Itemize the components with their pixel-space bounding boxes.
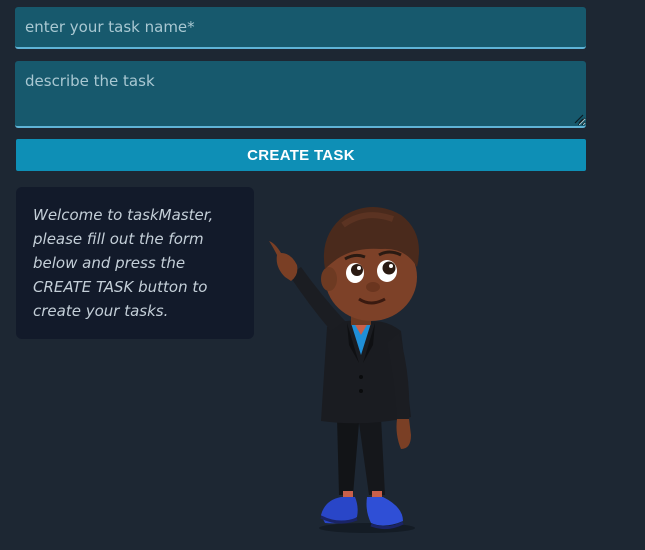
task-description-textarea[interactable] [15, 61, 586, 128]
welcome-card: Welcome to taskMaster, please fill out t… [16, 187, 254, 339]
welcome-message: Welcome to taskMaster, please fill out t… [33, 206, 214, 320]
create-task-button[interactable]: CREATE TASK [16, 139, 586, 171]
task-creation-page: CREATE TASK Welcome to taskMaster, pleas… [0, 0, 645, 550]
pointing-boy-mascot-icon [269, 207, 419, 533]
task-name-input[interactable] [15, 7, 586, 49]
